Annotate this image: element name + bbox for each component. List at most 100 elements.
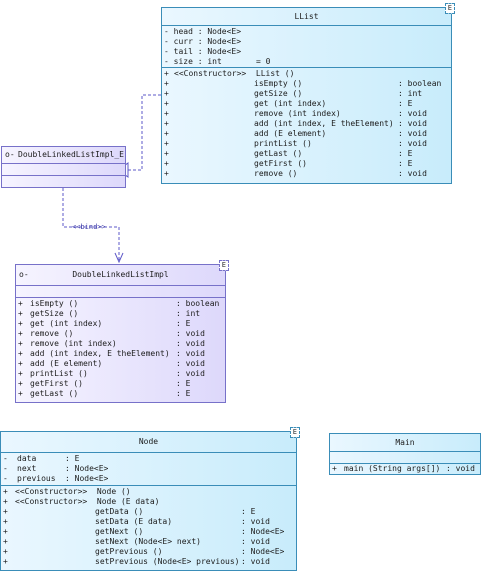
method-row-vis: +: [164, 139, 169, 148]
method-row-vis: +: [3, 537, 8, 546]
method-row: + getLast (): E: [16, 389, 225, 399]
class-doublelinkedlistimpl-e[interactable]: o- DoubleLinkedListImpl_E: [1, 146, 126, 188]
attribute-row: - tail : Node<E>: [164, 47, 242, 56]
method-row-name: getLast (): [254, 149, 303, 158]
constructor-row: + <<Constructor>> Node (): [3, 487, 131, 496]
method-row-name: remove (): [254, 169, 298, 178]
attribute-row-type: : Node<E>: [65, 464, 109, 473]
method-row: + isEmpty (): boolean: [162, 79, 451, 89]
method-row-vis: +: [164, 79, 169, 88]
method-row-type: : Node<E>: [241, 547, 285, 556]
method-row-vis: +: [18, 359, 23, 368]
class-main[interactable]: Main + main (String args[]): void: [329, 433, 481, 475]
method-row-vis: +: [164, 109, 169, 118]
attribute-row-vis: -: [3, 464, 8, 473]
method-row-name: getPrevious (): [95, 547, 163, 556]
method-row-type: : boolean: [398, 79, 442, 88]
class-doublelinkedlistimpl[interactable]: E o- DoubleLinkedListImpl + isEmpty (): b…: [15, 260, 229, 403]
attribute-list: - data : E - next: Node<E> - previous: Node<E>: [1, 454, 296, 484]
method-row-vis: +: [18, 309, 23, 318]
method-row-type: : int: [176, 309, 201, 318]
method-row: + getLast (): E: [162, 149, 451, 159]
method-list: + isEmpty (): boolean + getSize (): int + get…: [16, 299, 225, 399]
method-row-type: : void: [398, 169, 427, 178]
method-row-vis: +: [3, 517, 8, 526]
attributes-section: [2, 163, 125, 175]
method-row: + remove () : void: [162, 169, 451, 179]
method-row-type: : void: [398, 119, 427, 128]
method-row-type: : void: [176, 369, 205, 378]
method-row-type: : int: [398, 89, 423, 98]
method-row-name: getFirst (): [30, 379, 83, 388]
method-row: + add (int index, E theElement): void: [162, 119, 451, 129]
method-row-name: getNext (): [95, 527, 144, 536]
method-row-name: getSize (): [254, 89, 303, 98]
method-row-vis: +: [18, 329, 23, 338]
method-row: + setPrevious (Node<E> previous): void: [1, 557, 296, 567]
method-row-vis: +: [18, 299, 23, 308]
method-row-type: : void: [176, 329, 205, 338]
method-row-vis: +: [164, 129, 169, 138]
attributes-section: - head : Node<E> - curr : Node<E> - tail…: [162, 25, 451, 67]
class-title: DoubleLinkedListImpl_E: [18, 150, 124, 159]
method-row: + get (int index): E: [16, 319, 225, 329]
method-row-name: getData (): [95, 507, 144, 516]
method-row: + remove (): void: [16, 329, 225, 339]
method-row-type: : E: [176, 379, 191, 388]
method-row-name: setData (E data): [95, 517, 173, 526]
method-row: + getFirst (): E: [16, 379, 225, 389]
attribute-row: - next: Node<E>: [1, 464, 296, 474]
method-row-name: setNext (Node<E> next): [95, 537, 201, 546]
method-row-type: : void: [241, 537, 270, 546]
method-row-type: : void: [398, 109, 427, 118]
method-row-type: : void: [176, 339, 205, 348]
method-row: + remove (int index) : void: [162, 109, 451, 119]
method-row-type: : void: [398, 129, 427, 138]
method-row: + get (int index): E: [162, 99, 451, 109]
constructor-row: + <<Constructor>> Node (E data): [3, 497, 160, 506]
method-row-name: getFirst (): [254, 159, 307, 168]
method-row-type: : void: [398, 139, 427, 148]
method-row-name: printList (): [254, 139, 312, 148]
method-row-vis: +: [3, 547, 8, 556]
attribute-row: - size : int = 0: [164, 57, 271, 66]
method-row: + getData (): E: [1, 507, 296, 517]
method-row: + setData (E data) : void: [1, 517, 296, 527]
class-title: LList: [294, 12, 319, 21]
operations-section: + main (String args[]): void: [330, 463, 480, 474]
attribute-row-vis: -: [3, 454, 8, 463]
method-row-vis: +: [164, 159, 169, 168]
method-row-type: : Node<E>: [241, 527, 285, 536]
class-icon: o-: [5, 150, 15, 159]
method-row-name: getLast (): [30, 389, 79, 398]
method-row: + printList (): void: [16, 369, 225, 379]
method-row-type: : void: [241, 557, 270, 566]
attribute-row: - previous: Node<E>: [1, 474, 296, 484]
class-node[interactable]: E Node - data: E - next: Node<E> - previous: …: [0, 427, 300, 571]
method-row-name: printList (): [30, 369, 88, 378]
method-row-name: isEmpty (): [30, 299, 79, 308]
method-row: + add (E element): void: [162, 129, 451, 139]
method-row-vis: +: [164, 89, 169, 98]
method-list: + getData (): E + setData (E data): void + ge…: [1, 507, 296, 567]
attribute-row-type: : E: [65, 454, 80, 463]
method-row-vis: +: [3, 557, 8, 566]
method-row-name: add (int index, E theElement): [30, 349, 170, 358]
method-row: + isEmpty (): boolean: [16, 299, 225, 309]
method-row-vis: +: [332, 464, 337, 473]
attribute-row-name: data: [17, 454, 37, 463]
bind-arrowhead: [114, 252, 124, 264]
method-row: + setNext (Node<E> next) : void: [1, 537, 296, 547]
operations-section: + <<Constructor>> Node () + <<Constructor>…: [1, 485, 296, 567]
method-row: + getFirst (): E: [162, 159, 451, 169]
class-llist[interactable]: E LList - head : Node<E> - curr : Node<E…: [161, 3, 455, 184]
method-row-vis: +: [18, 389, 23, 398]
bind-label: <<bind>>: [72, 223, 106, 231]
operations-section: [2, 175, 125, 187]
method-row-type: : void: [241, 517, 270, 526]
method-list: + isEmpty (): boolean + getSize (): int + get…: [162, 79, 451, 179]
constructor-row: + <<Constructor>> LList (): [164, 69, 295, 78]
method-row-name: remove (int index): [254, 109, 341, 118]
method-row-vis: +: [164, 169, 169, 178]
method-row-name: getSize (): [30, 309, 79, 318]
